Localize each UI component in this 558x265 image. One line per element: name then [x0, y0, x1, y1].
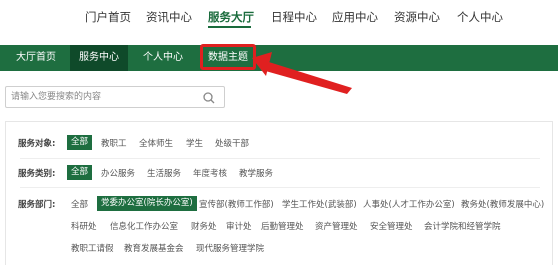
filter-dept-staff-leave[interactable]: 教职工请假 — [71, 242, 114, 254]
filter-category-office[interactable]: 办公服务 — [101, 167, 135, 179]
filter-dept-hr[interactable]: 人事处(人才工作办公室) — [363, 198, 455, 210]
filter-dept-accounting-school[interactable]: 会计学院和经管学院 — [424, 220, 501, 232]
filter-dept-education-foundation[interactable]: 教育发展基金会 — [124, 242, 184, 254]
divider — [20, 187, 540, 188]
filter-dept-all[interactable]: 全部 — [71, 198, 88, 210]
filter-dept-academic-affairs[interactable]: 教务处(教师发展中心) — [461, 198, 544, 210]
divider — [20, 158, 540, 159]
filter-category-all[interactable]: 全部 — [67, 165, 93, 180]
filter-dept-assets[interactable]: 资产管理处 — [315, 220, 358, 232]
search-input[interactable] — [11, 89, 196, 105]
annotation-highlight-box — [200, 44, 256, 70]
search-icon[interactable] — [202, 91, 216, 105]
filter-category-life[interactable]: 生活服务 — [147, 167, 181, 179]
filter-object-all[interactable]: 全部 — [67, 135, 93, 150]
filter-object-all-teachers-students[interactable]: 全体师生 — [139, 137, 173, 149]
filter-dept-security[interactable]: 安全管理处 — [370, 220, 413, 232]
filter-object-dept-cadres[interactable]: 处级干部 — [215, 137, 249, 149]
filter-dept-party-office[interactable]: 党委办公室(院长办公室) — [97, 196, 197, 211]
filter-dept-logistics[interactable]: 后勤管理处 — [261, 220, 304, 232]
filter-category-annual-review[interactable]: 年度考核 — [193, 167, 227, 179]
filter-dept-student-affairs[interactable]: 学生工作处(武装部) — [282, 198, 357, 210]
search-box — [5, 86, 225, 108]
filter-object-students[interactable]: 学生 — [186, 137, 203, 149]
active-tab-underline — [208, 26, 251, 28]
topnav-portal-home[interactable]: 门户首页 — [85, 9, 131, 25]
topnav-personal-center[interactable]: 个人中心 — [457, 9, 503, 25]
top-navigation: 门户首页 资讯中心 服务大厅 日程中心 应用中心 资源中心 个人中心 — [0, 0, 558, 40]
subnav-hall-home[interactable]: 大厅首页 — [7, 45, 65, 71]
filter-label-object: 服务对象: — [18, 139, 56, 149]
filter-label-department: 服务部门: — [18, 200, 56, 210]
topnav-app-center[interactable]: 应用中心 — [332, 9, 378, 25]
filter-dept-research[interactable]: 科研处 — [71, 220, 97, 232]
filter-object-staff[interactable]: 教职工 — [101, 137, 127, 149]
filter-panel: 服务对象: 全部 教职工 全体师生 学生 处级干部 服务类别: 全部 办公服务 … — [5, 121, 553, 265]
filter-dept-publicity[interactable]: 宣传部(教师工作部) — [199, 198, 274, 210]
subnav-personal-center[interactable]: 个人中心 — [134, 45, 192, 71]
filter-dept-audit[interactable]: 审计处 — [226, 220, 252, 232]
topnav-service-hall[interactable]: 服务大厅 — [208, 9, 254, 25]
filter-label-category: 服务类别: — [18, 169, 56, 179]
filter-dept-finance[interactable]: 财务处 — [191, 220, 217, 232]
topnav-schedule-center[interactable]: 日程中心 — [271, 9, 317, 25]
filter-dept-it-office[interactable]: 信息化工作办公室 — [110, 220, 178, 232]
subnav-service-center[interactable]: 服务中心 — [70, 45, 128, 71]
sub-navigation: 大厅首页 服务中心 个人中心 数据主题 — [0, 45, 558, 71]
topnav-resource-center[interactable]: 资源中心 — [394, 9, 440, 25]
filter-category-teaching[interactable]: 教学服务 — [239, 167, 273, 179]
topnav-news-center[interactable]: 资讯中心 — [146, 9, 192, 25]
filter-dept-modern-service-school[interactable]: 现代服务管理学院 — [196, 242, 264, 254]
